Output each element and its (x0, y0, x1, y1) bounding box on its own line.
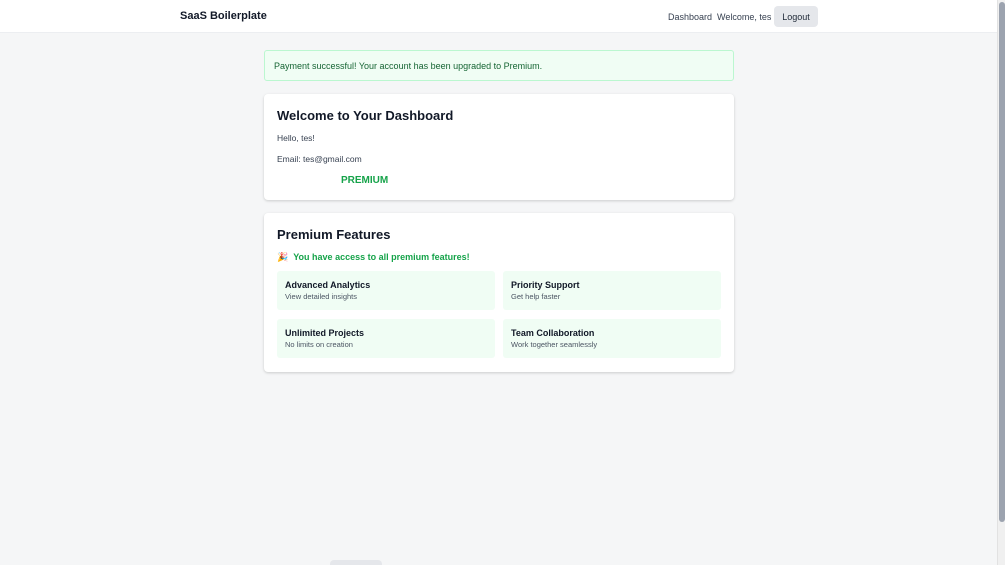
email-text: Email: tes@gmail.com (277, 154, 362, 164)
partially-visible-element (330, 560, 382, 565)
feature-description: Work together seamlessly (511, 340, 598, 349)
top-navbar: SaaS Boilerplate Dashboard Welcome, tes … (0, 0, 997, 33)
feature-tile-priority-support: Priority Support Get help faster (503, 271, 721, 310)
feature-description: Get help faster (511, 292, 561, 301)
feature-tile-unlimited-projects: Unlimited Projects No limits on creation (277, 319, 495, 358)
welcome-user-text: Welcome, tes (717, 12, 772, 22)
dashboard-welcome-card: Welcome to Your Dashboard Hello, tes! Em… (264, 94, 734, 200)
payment-success-alert: Payment successful! Your account has bee… (264, 50, 734, 81)
feature-tile-advanced-analytics: Advanced Analytics View detailed insight… (277, 271, 495, 310)
hello-text: Hello, tes! (277, 133, 315, 143)
plan-status-badge: PREMIUM (341, 175, 389, 186)
premium-access-note: 🎉 You have access to all premium features… (277, 252, 470, 263)
feature-tile-team-collaboration: Team Collaboration Work together seamles… (503, 319, 721, 358)
scrollbar-thumb[interactable] (999, 2, 1005, 522)
feature-title: Unlimited Projects (285, 328, 365, 338)
feature-title: Advanced Analytics (285, 280, 371, 290)
premium-features-title: Premium Features (277, 227, 391, 242)
premium-features-card: Premium Features 🎉 You have access to all… (264, 213, 734, 372)
nav-link-dashboard[interactable]: Dashboard (668, 12, 712, 22)
logout-button[interactable]: Logout (774, 6, 818, 27)
brand-logo-text[interactable]: SaaS Boilerplate (180, 10, 267, 22)
feature-title: Priority Support (511, 280, 580, 290)
feature-description: View detailed insights (285, 292, 357, 301)
party-popper-icon: 🎉 (277, 252, 289, 262)
dashboard-title: Welcome to Your Dashboard (277, 108, 454, 123)
access-note-text: You have access to all premium features! (293, 252, 470, 262)
feature-description: No limits on creation (285, 340, 353, 349)
vertical-scrollbar[interactable] (997, 0, 1005, 565)
alert-message: Payment successful! Your account has bee… (274, 61, 543, 71)
feature-title: Team Collaboration (511, 328, 595, 338)
